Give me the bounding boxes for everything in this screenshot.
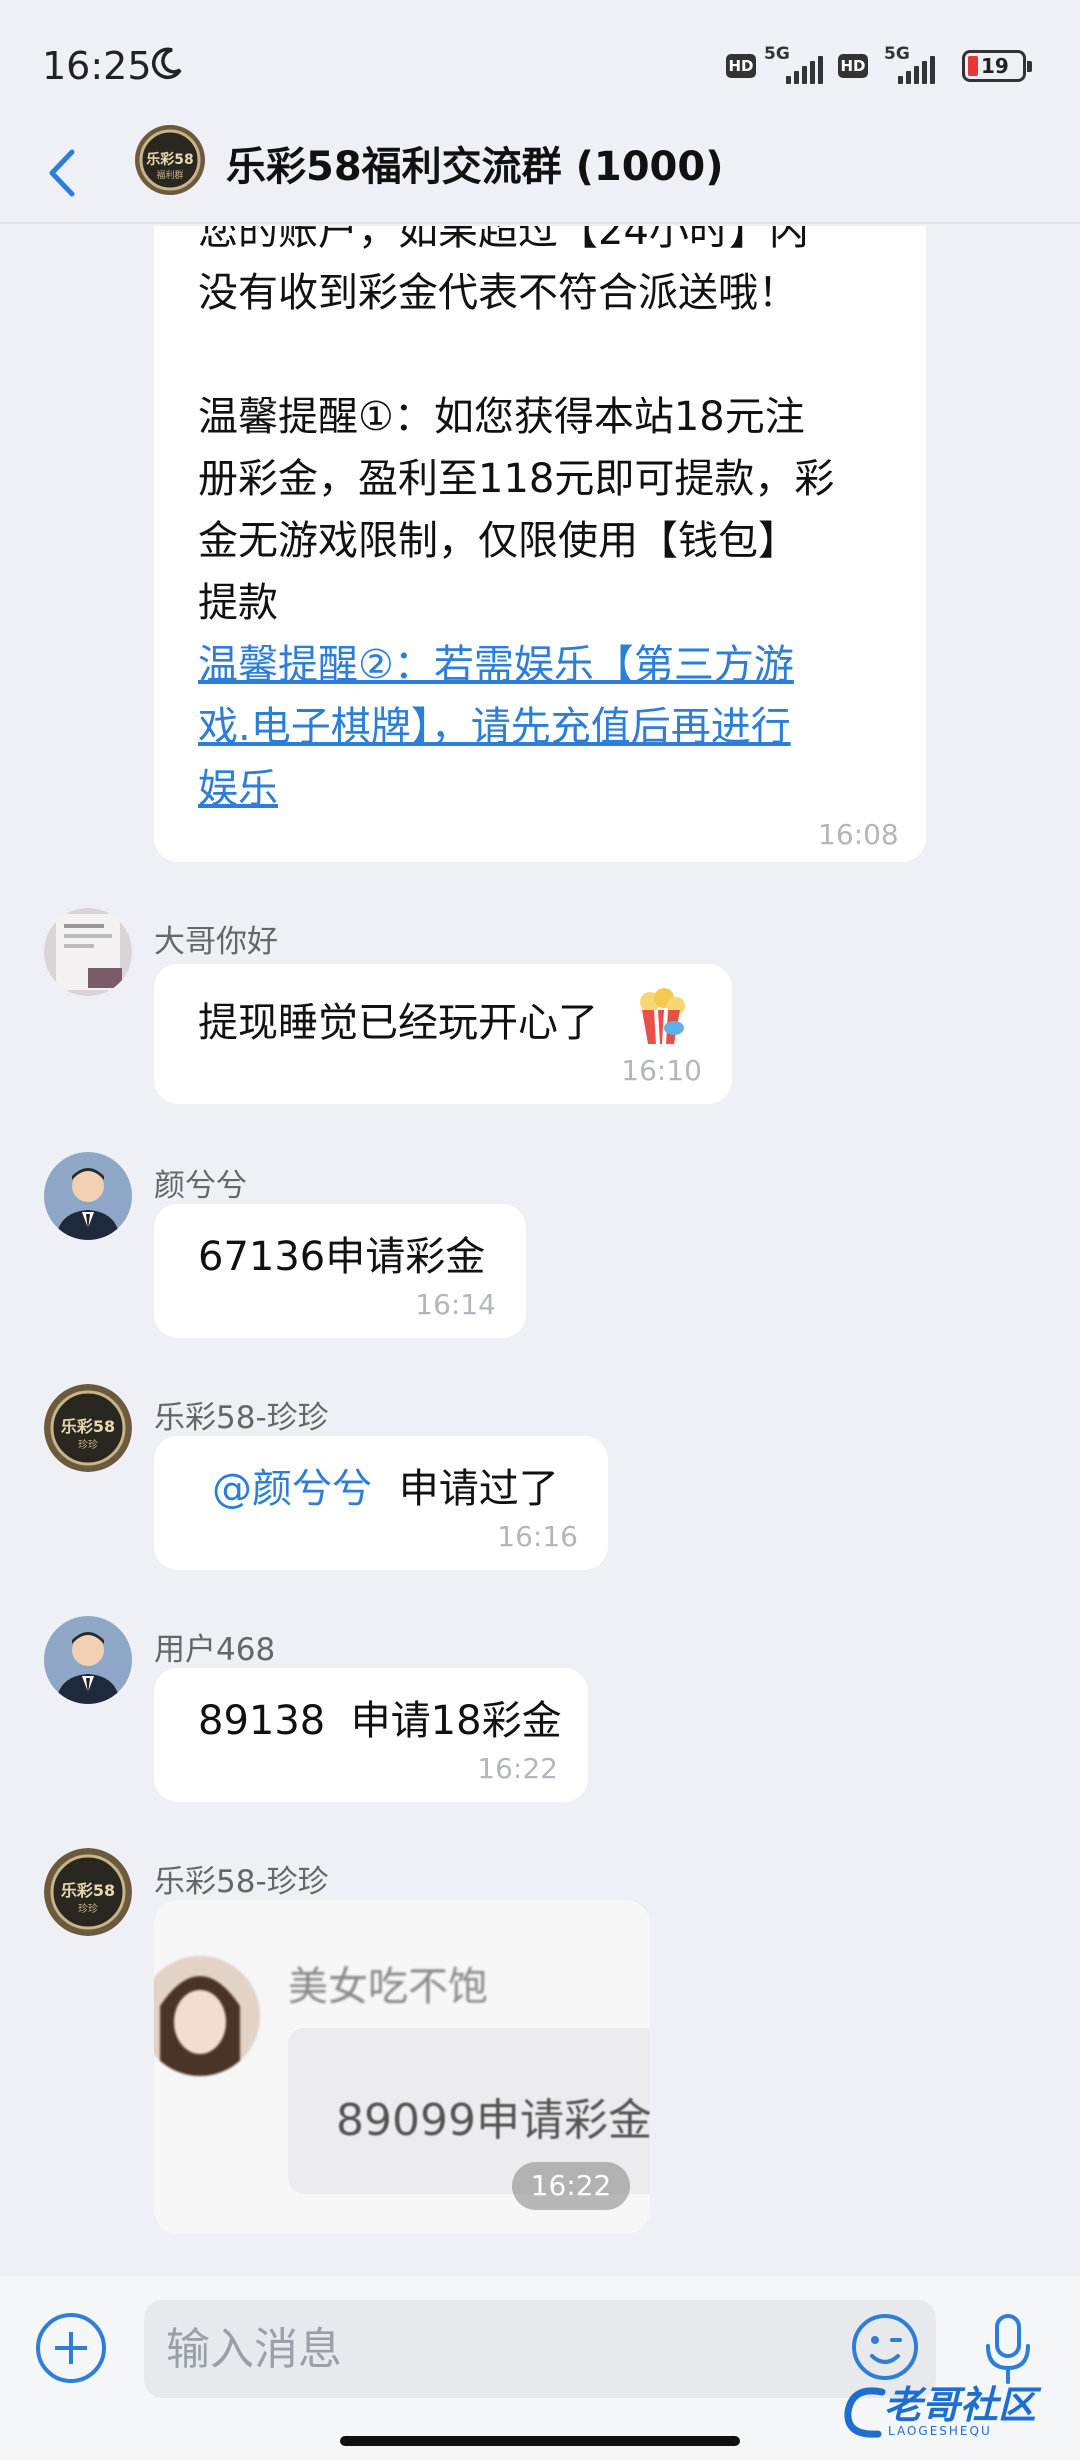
mention-link[interactable]: @颜兮兮 [212,1466,372,1512]
svg-text:乐彩58: 乐彩58 [61,1417,115,1436]
watermark-text: 老哥社区 [884,2383,1037,2427]
message-line: 册彩金，盈利至118元即可提款，彩 [198,456,835,502]
svg-text:珍珍: 珍珍 [78,1903,98,1915]
card-time: 16:22 [512,2162,630,2210]
page-title[interactable]: 乐彩58福利交流群 (1000) [226,134,723,192]
card-quoted-text: 89099申请彩金 [336,2095,650,2146]
message-bubble[interactable]: 您的账户，如果超过【24小时】内 没有收到彩金代表不符合派送哦！ 温馨提醒①：如… [154,226,926,862]
home-indicator[interactable] [340,2436,740,2446]
avatar[interactable] [44,908,132,996]
svg-text:珍珍: 珍珍 [78,1439,98,1451]
signal-bars-icon [786,56,823,84]
message-bubble[interactable]: 89138 申请18彩金 16:22 [154,1668,588,1802]
message-bubble[interactable]: @颜兮兮 申请过了 16:16 [154,1436,608,1570]
forwarded-image-card[interactable]: 美女吃不饱 89099申请彩金 16:22 [154,1900,650,2234]
battery-icon: 19 [962,50,1032,82]
sender-name: 用户468 [154,1632,276,1668]
message-line: 金无游戏限制，仅限使用【钱包】 [198,518,798,564]
message-line: 没有收到彩金代表不符合派送哦！ [198,270,798,316]
message-time: 16:16 [497,1520,578,1553]
message-line [198,324,834,386]
hd-badge: HD [726,54,756,78]
sender-name: 大哥你好 [154,924,278,960]
message-time: 16:22 [477,1752,558,1785]
battery-level: 19 [981,54,1009,78]
message-text: 提现睡觉已经玩开心了 [198,1000,598,1046]
message-line: 提款 [198,580,278,626]
avatar [154,1956,260,2076]
svg-text:乐彩58: 乐彩58 [146,151,193,168]
message-line: 温馨提醒①：如您获得本站18元注 [198,394,805,440]
avatar[interactable] [44,1616,132,1704]
plus-icon[interactable] [36,2313,106,2383]
message-time: 16:10 [621,1054,702,1087]
avatar[interactable]: 乐彩58 珍珍 [44,1384,132,1472]
message-link[interactable]: 戏.电子棋牌】，请先充值后再进行 [198,696,834,758]
sender-name: 乐彩58-珍珍 [154,1400,329,1436]
sender-name: 乐彩58-珍珍 [154,1864,329,1900]
avatar[interactable]: 乐彩58 珍珍 [44,1848,132,1936]
message-input[interactable] [144,2300,936,2398]
svg-text:福利群: 福利群 [156,169,183,181]
status-bar: 16:25 HD 5G HD 5G 19 [0,0,1080,130]
message-text: 67136申请彩金 [198,1234,486,1280]
signal-bars-icon [898,56,935,84]
message-line: 您的账户，如果超过【24小时】内 [198,226,809,254]
status-time: 16:25 [42,44,152,88]
message-bubble[interactable]: 67136申请彩金 16:14 [154,1204,526,1338]
chat-header: 乐彩58 福利群 乐彩58福利交流群 (1000) [0,120,1080,224]
card-sender-name: 美女吃不饱 [288,1964,488,2010]
hd-badge: HD [838,54,868,78]
group-avatar[interactable]: 乐彩58 福利群 [134,124,206,196]
watermark-subtext: LAOGESHEQU [888,2424,992,2438]
message-text: 89138 申请18彩金 [198,1698,562,1744]
sender-name: 颜兮兮 [154,1168,247,1204]
popcorn-emoji-icon [640,988,685,1045]
message-time: 16:08 [818,818,899,851]
message-text: 申请过了 [398,1466,559,1512]
message-link[interactable]: 温馨提醒②：若需娱乐【第三方游 [198,634,834,696]
message-list[interactable]: 您的账户，如果超过【24小时】内 没有收到彩金代表不符合派送哦！ 温馨提醒①：如… [0,226,1080,2276]
message-link[interactable]: 娱乐 [198,758,834,820]
back-icon[interactable] [38,138,88,208]
message-bubble[interactable]: 提现睡觉已经玩开心了 16:10 [154,964,732,1104]
message-time: 16:14 [415,1288,496,1321]
watermark-logo: 老哥社区 LAOGESHEQU [842,2372,1072,2448]
moon-icon [151,47,182,80]
svg-text:乐彩58: 乐彩58 [61,1881,115,1900]
avatar[interactable] [44,1152,132,1240]
